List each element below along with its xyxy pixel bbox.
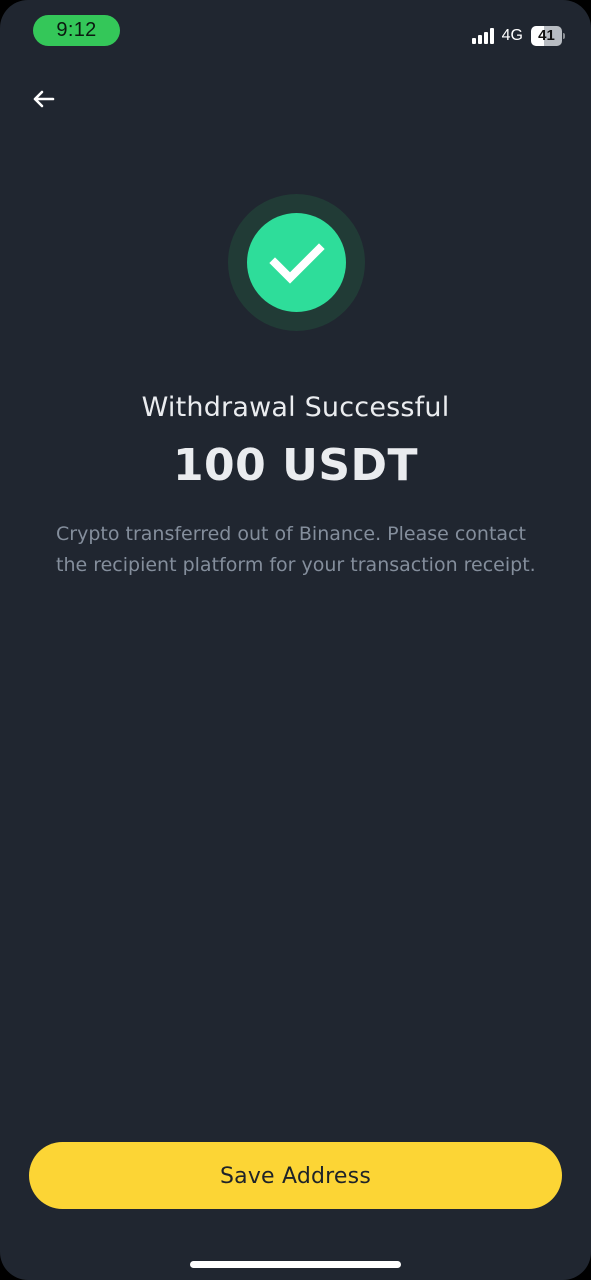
checkmark-icon [268, 242, 325, 284]
save-address-button[interactable]: Save Address [29, 1142, 562, 1209]
battery-icon: 41 [531, 26, 565, 46]
network-type: 4G [501, 27, 523, 44]
back-button[interactable] [24, 80, 62, 118]
success-badge [228, 194, 365, 331]
result-description: Crypto transferred out of Binance. Pleas… [56, 523, 536, 576]
withdrawal-success-screen: 9:12 4G 41 Withdrawal Successful 100 USD… [0, 0, 591, 1280]
result-title: Withdrawal Successful [141, 392, 450, 423]
cellular-signal-icon [471, 28, 494, 44]
success-circle [247, 213, 346, 312]
home-indicator [190, 1261, 401, 1268]
arrow-left-icon [33, 90, 55, 108]
status-bar: 9:12 4G 41 [0, 0, 591, 62]
status-indicators: 4G 41 [471, 25, 565, 47]
withdrawal-amount: 100 USDT [172, 440, 419, 491]
status-time: 9:12 [33, 15, 120, 46]
battery-percentage: 41 [538, 27, 555, 44]
